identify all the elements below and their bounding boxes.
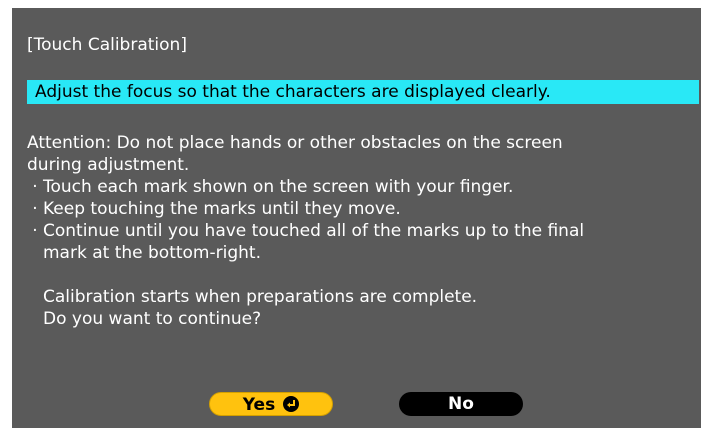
list-item: · Touch each mark shown on the screen wi… xyxy=(27,176,699,198)
yes-button-label: Yes xyxy=(242,395,276,415)
list-item-text: Keep touching the marks until they move. xyxy=(43,199,401,219)
focus-banner: Adjust the focus so that the characters … xyxy=(27,80,699,104)
no-button-label: No xyxy=(448,394,474,414)
confirm-text-line-2: Do you want to continue? xyxy=(43,309,262,329)
dialog-title: [Touch Calibration] xyxy=(27,35,187,55)
enter-icon xyxy=(283,396,300,412)
dialog-body: Attention: Do not place hands or other o… xyxy=(27,132,699,330)
list-item: · Keep touching the marks until they mov… xyxy=(27,198,699,220)
bullet-marker: · xyxy=(32,177,38,197)
bullet-marker: · xyxy=(32,199,38,219)
list-item-text-continued: mark at the bottom-right. xyxy=(43,243,261,263)
touch-calibration-dialog: [Touch Calibration] Adjust the focus so … xyxy=(12,8,701,428)
attention-text-line-1: Attention: Do not place hands or other o… xyxy=(27,133,563,153)
list-item: · Continue until you have touched all of… xyxy=(27,220,699,242)
list-item-text: Touch each mark shown on the screen with… xyxy=(43,177,514,197)
attention-text-line-2: during adjustment. xyxy=(27,155,190,175)
bullet-marker: · xyxy=(32,221,38,241)
button-row: Yes No xyxy=(12,392,701,416)
yes-button[interactable]: Yes xyxy=(209,392,333,416)
no-button[interactable]: No xyxy=(399,392,523,416)
confirm-text-line-1: Calibration starts when preparations are… xyxy=(43,287,478,307)
list-item-text: Continue until you have touched all of t… xyxy=(43,221,585,241)
